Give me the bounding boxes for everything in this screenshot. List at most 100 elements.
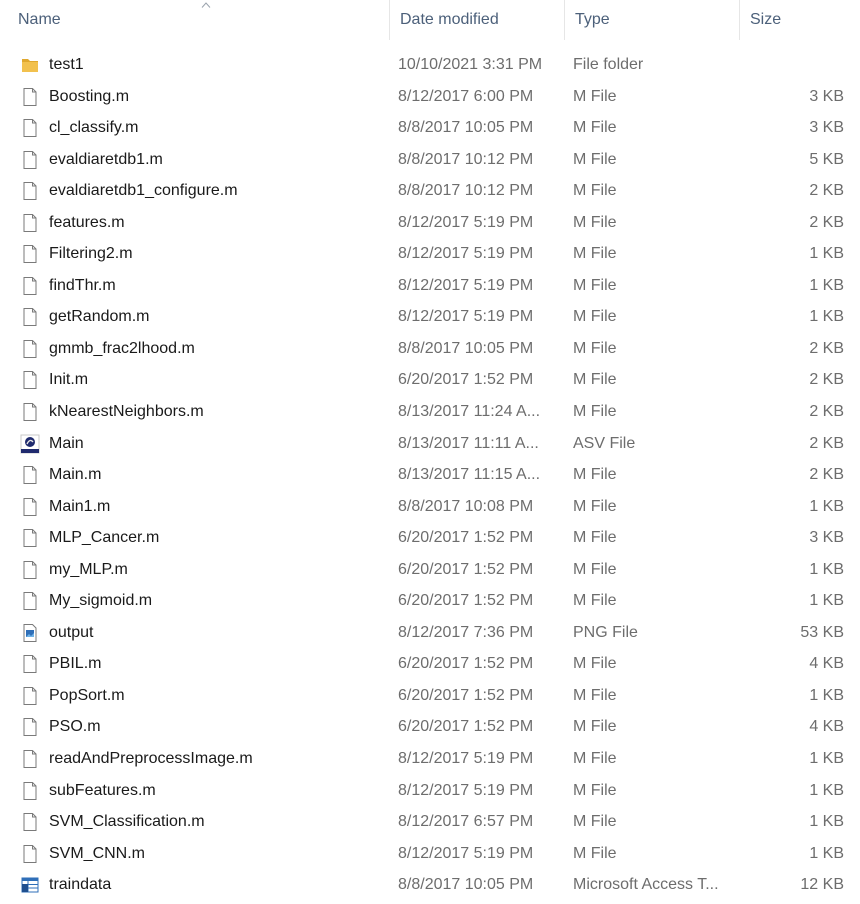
file-size: 3 KB (809, 87, 844, 105)
column-header-name-label: Name (18, 11, 61, 28)
file-size: 1 KB (809, 686, 844, 704)
file-row[interactable]: Main 8/13/2017 11:11 A... ASV File 2 KB (0, 428, 860, 460)
column-header-date-modified[interactable]: Date modified (389, 0, 564, 40)
file-date-modified: 8/12/2017 5:19 PM (398, 844, 534, 862)
file-type: M File (573, 655, 617, 673)
file-icon (20, 181, 40, 201)
file-row[interactable]: subFeatures.m 8/12/2017 5:19 PM M File 1 KB (0, 775, 860, 807)
file-row[interactable]: Filtering2.m 8/12/2017 5:19 PM M File 1 KB (0, 238, 860, 270)
file-type: M File (573, 371, 617, 389)
asv-file-icon (20, 434, 40, 454)
file-type: M File (573, 308, 617, 326)
file-row[interactable]: evaldiaretdb1.m 8/8/2017 10:12 PM M File 5 … (0, 144, 860, 176)
file-date-modified: 8/8/2017 10:12 PM (398, 182, 534, 200)
file-type: M File (573, 781, 617, 799)
folder-icon (20, 55, 40, 75)
file-type: M File (573, 844, 617, 862)
file-date-modified: 8/12/2017 5:19 PM (398, 308, 534, 326)
file-row[interactable]: SVM_Classification.m 8/12/2017 6:57 PM M F… (0, 806, 860, 838)
file-row[interactable]: Main.m 8/13/2017 11:15 A... M File 2 KB (0, 459, 860, 491)
file-row[interactable]: output 8/12/2017 7:36 PM PNG File 53 KB (0, 617, 860, 649)
file-row[interactable]: features.m 8/12/2017 5:19 PM M File 2 KB (0, 207, 860, 239)
file-date-modified: 8/8/2017 10:12 PM (398, 150, 534, 168)
file-size: 5 KB (809, 150, 844, 168)
file-icon (20, 370, 40, 390)
file-row[interactable]: Init.m 6/20/2017 1:52 PM M File 2 KB (0, 364, 860, 396)
column-header-type-label: Type (575, 11, 610, 28)
file-size: 1 KB (809, 750, 844, 768)
file-size: 1 KB (809, 844, 844, 862)
file-row[interactable]: evaldiaretdb1_configure.m 8/8/2017 10:12 … (0, 175, 860, 207)
file-date-modified: 8/12/2017 5:19 PM (398, 213, 534, 231)
file-date-modified: 6/20/2017 1:52 PM (398, 686, 534, 704)
file-size: 3 KB (809, 529, 844, 547)
file-icon (20, 244, 40, 264)
file-date-modified: 6/20/2017 1:52 PM (398, 529, 534, 547)
file-size: 2 KB (809, 466, 844, 484)
file-row[interactable]: PSO.m 6/20/2017 1:52 PM M File 4 KB (0, 711, 860, 743)
file-date-modified: 8/13/2017 11:24 A... (398, 403, 541, 421)
file-date-modified: 8/13/2017 11:15 A... (398, 466, 541, 484)
file-row[interactable]: PBIL.m 6/20/2017 1:52 PM M File 4 KB (0, 648, 860, 680)
file-name: test1 (49, 56, 84, 73)
file-date-modified: 8/12/2017 5:19 PM (398, 750, 534, 768)
file-row[interactable]: traindata 8/8/2017 10:05 PM Microsoft Acce… (0, 869, 860, 901)
file-row[interactable]: MLP_Cancer.m 6/20/2017 1:52 PM M File 3 KB (0, 522, 860, 554)
file-date-modified: 8/12/2017 5:19 PM (398, 276, 534, 294)
file-date-modified: 10/10/2021 3:31 PM (398, 56, 543, 73)
file-row[interactable]: kNearestNeighbors.m 8/13/2017 11:24 A... M… (0, 396, 860, 428)
file-size: 1 KB (809, 813, 844, 831)
file-icon (20, 812, 40, 832)
file-name: features.m (49, 213, 125, 231)
column-header-size-label: Size (750, 11, 782, 28)
file-name: Main (49, 434, 84, 452)
file-size: 2 KB (809, 339, 844, 357)
file-name: My_sigmoid.m (49, 592, 153, 610)
file-date-modified: 8/8/2017 10:05 PM (398, 119, 534, 137)
file-row[interactable]: Main1.m 8/8/2017 10:08 PM M File 1 KB (0, 491, 860, 523)
file-type: M File (573, 182, 617, 200)
file-size: 2 KB (809, 182, 844, 200)
file-row[interactable]: test1 10/10/2021 3:31 PM File folder (0, 49, 860, 81)
file-row[interactable]: findThr.m 8/12/2017 5:19 PM M File 1 KB (0, 270, 860, 302)
access-table-icon (20, 875, 40, 895)
file-name: Main1.m (49, 497, 111, 515)
file-row[interactable]: readAndPreprocessImage.m 8/12/2017 5:19 P… (0, 743, 860, 775)
column-header-size[interactable]: Size (739, 0, 860, 40)
file-name: PopSort.m (49, 686, 125, 704)
file-row[interactable]: SVM_CNN.m 8/12/2017 5:19 PM M File 1 KB (0, 838, 860, 870)
file-type: M File (573, 87, 617, 105)
file-list: test1 10/10/2021 3:31 PM File folder Boosti… (0, 49, 860, 901)
file-name: my_MLP.m (49, 560, 128, 578)
file-date-modified: 6/20/2017 1:52 PM (398, 560, 534, 578)
file-type: M File (573, 750, 617, 768)
file-icon (20, 87, 40, 107)
file-icon (20, 118, 40, 138)
file-icon (20, 307, 40, 327)
file-size: 1 KB (809, 276, 844, 294)
file-type: M File (573, 560, 617, 578)
file-type: M File (573, 497, 617, 515)
file-row[interactable]: Boosting.m 8/12/2017 6:00 PM M File 3 KB (0, 81, 860, 113)
file-row[interactable]: My_sigmoid.m 6/20/2017 1:52 PM M File 1 KB (0, 585, 860, 617)
file-name: SVM_Classification.m (49, 813, 205, 831)
file-type: M File (573, 119, 617, 137)
file-name: Boosting.m (49, 87, 130, 105)
file-type: ASV File (573, 434, 636, 452)
file-icon (20, 150, 40, 170)
file-row[interactable]: cl_classify.m 8/8/2017 10:05 PM M File 3 KB (0, 112, 860, 144)
column-header-bar: Name Date modified Type Size (0, 0, 860, 40)
file-row[interactable]: getRandom.m 8/12/2017 5:19 PM M File 1 KB (0, 301, 860, 333)
file-type: PNG File (573, 623, 638, 641)
file-icon (20, 717, 40, 737)
file-size: 1 KB (809, 781, 844, 799)
file-row[interactable]: my_MLP.m 6/20/2017 1:52 PM M File 1 KB (0, 554, 860, 586)
file-name: readAndPreprocessImage.m (49, 750, 253, 768)
file-date-modified: 8/12/2017 7:36 PM (398, 623, 534, 641)
file-row[interactable]: gmmb_frac2lhood.m 8/8/2017 10:05 PM M File… (0, 333, 860, 365)
column-header-type[interactable]: Type (564, 0, 739, 40)
file-row[interactable]: PopSort.m 6/20/2017 1:52 PM M File 1 KB (0, 680, 860, 712)
file-size: 1 KB (809, 308, 844, 326)
column-header-name[interactable]: Name (8, 0, 389, 40)
file-name: evaldiaretdb1.m (49, 150, 163, 168)
